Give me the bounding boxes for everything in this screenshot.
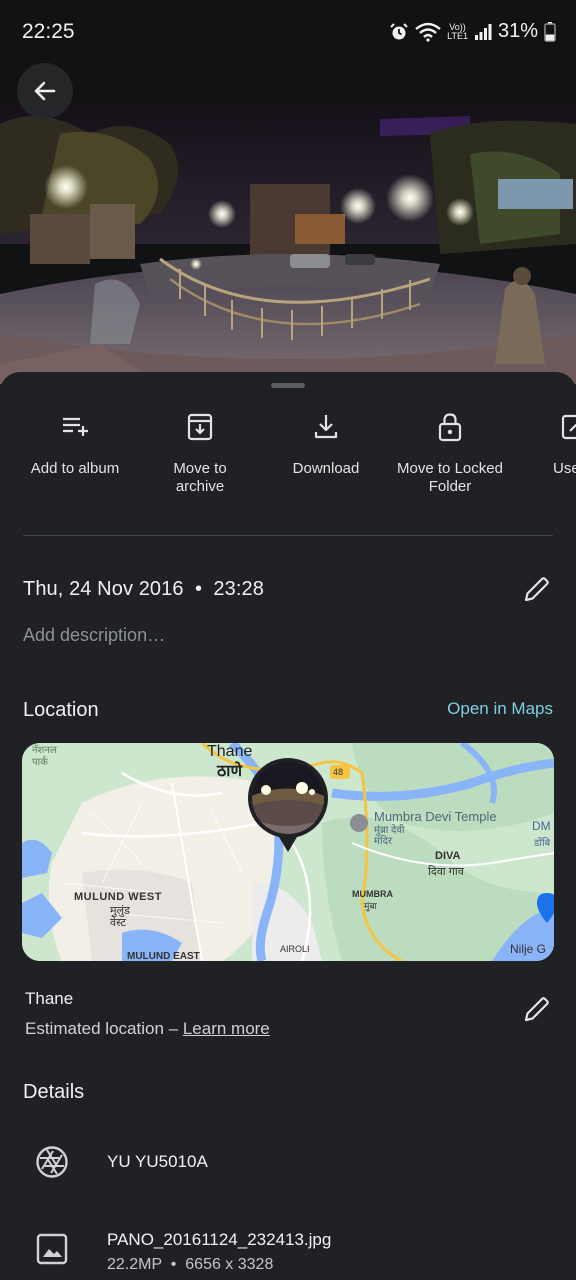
network-type: Vo)) LTE1 (447, 21, 468, 41)
map-label-temple-mr: मुंब्रा देवी मंदिर (374, 825, 405, 847)
file-dimensions: 22.2MP • 6656 x 3328 (107, 1256, 274, 1273)
map-label-airoli: AIROLI (280, 944, 310, 954)
arrow-back-icon (34, 81, 56, 101)
camera-model: YU YU5010A (107, 1152, 208, 1171)
lock-icon (438, 413, 462, 442)
use-as-button[interactable]: Use (510, 412, 576, 478)
map-label-thane-mr: ठाणे (217, 763, 243, 780)
archive-icon (187, 413, 213, 441)
status-icons: Vo)) LTE1 31% (389, 20, 556, 43)
image-icon (36, 1233, 68, 1265)
photo-datetime: Thu, 24 Nov 2016 • 23:28 (23, 578, 264, 600)
drag-handle[interactable] (271, 383, 305, 388)
map-label-mumbra-mr: मुंबा (364, 901, 377, 911)
location-map[interactable]: नॅशनल पार्क Thane ठाणे 48 Mumbra Devi Te… (22, 743, 554, 961)
map-label-diva-mr: दिवा गाव (428, 866, 464, 878)
signal-icon (474, 23, 492, 40)
alarm-icon (390, 22, 408, 39)
edit-location-icon[interactable] (522, 994, 552, 1024)
map-label-mulund-mr: मुलुंड वेस्ट (110, 905, 130, 929)
detail-file: PANO_20161124_232413.jpg 22.2MP • 6656 x… (0, 1212, 576, 1273)
map-label-mulund-west: MULUND WEST (74, 891, 162, 903)
file-name: PANO_20161124_232413.jpg (107, 1230, 332, 1249)
map-label-dm-mr: डोंबि (534, 838, 551, 849)
details-title: Details (23, 1081, 85, 1103)
map-road-number: 48 (333, 767, 344, 777)
open-in-maps-link[interactable]: Open in Maps (447, 699, 553, 719)
back-button[interactable] (17, 63, 73, 119)
battery-icon (544, 21, 556, 42)
detail-camera: YU YU5010A (0, 1132, 576, 1192)
battery-percent: 31% (497, 20, 538, 42)
description-input[interactable]: Add description… (23, 625, 165, 646)
panorama-photo (0, 64, 576, 384)
learn-more-link[interactable]: Learn more (183, 1019, 270, 1038)
edit-datetime-icon[interactable] (522, 574, 552, 604)
photo-location-pin (248, 758, 328, 852)
map-label-park: नॅशनल पार्क (32, 745, 57, 768)
location-title: Location (23, 699, 99, 721)
photo-viewer[interactable] (0, 64, 576, 384)
map-label-mumbra: MUMBRA (352, 889, 393, 899)
location-name: Thane (25, 989, 74, 1008)
info-sheet: Add to album Move to archive Download Mo… (0, 372, 576, 1280)
map-label-temple: Mumbra Devi Temple (374, 809, 497, 824)
status-time: 22:25 (22, 20, 75, 43)
camera-aperture-icon (36, 1146, 68, 1178)
map-label-mulund-east: MULUND EAST (127, 951, 200, 961)
download-button[interactable]: Download (266, 412, 386, 478)
open-external-icon (561, 414, 576, 440)
map-label-diva: DIVA (435, 850, 461, 862)
wifi-icon (415, 22, 441, 42)
move-to-archive-button[interactable]: Move to archive (140, 412, 260, 496)
add-to-album-button[interactable]: Add to album (15, 412, 135, 478)
download-icon (314, 415, 338, 439)
divider (23, 535, 553, 536)
map-label-nilje: Nilje G (510, 942, 547, 956)
map-label-dm: DM (532, 819, 551, 833)
status-bar: 22:25 Vo)) LTE1 31% (0, 0, 576, 64)
move-to-locked-folder-button[interactable]: Move to Locked Folder (390, 412, 510, 496)
playlist-add-icon (63, 417, 88, 436)
action-bar: Add to album Move to archive Download Mo… (0, 412, 576, 522)
estimated-location-text: Estimated location – Learn more (25, 1019, 270, 1038)
